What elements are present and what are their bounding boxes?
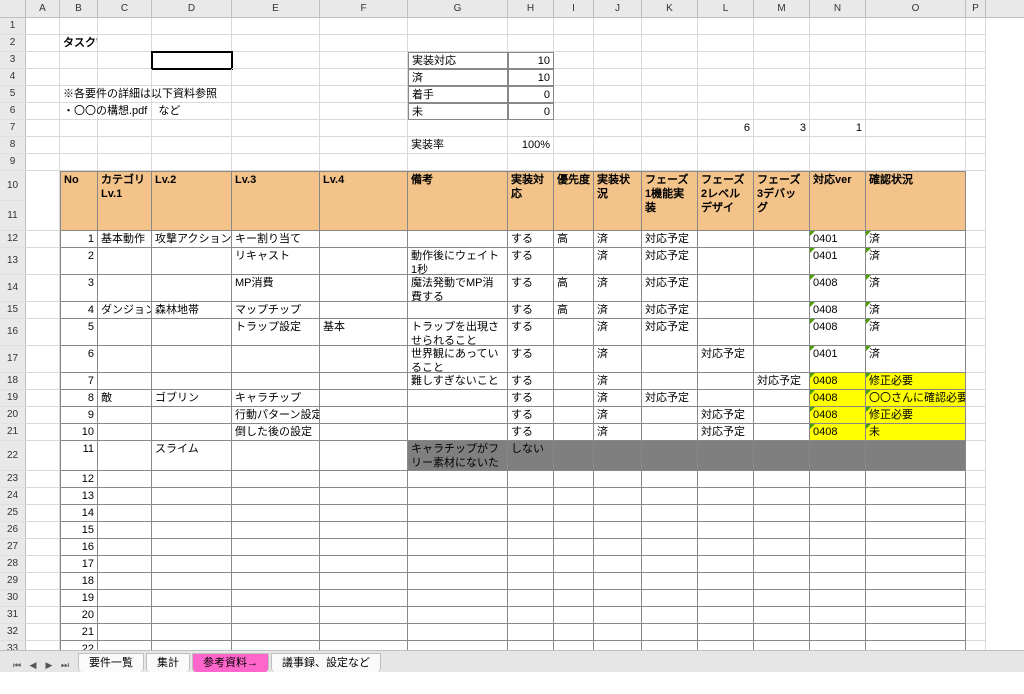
sheet-tabs: ⏮ ◀ ▶ ⏭ 要件一覧 集計 参考資料→ 議事録、設定など	[0, 650, 1024, 672]
nav-last-icon[interactable]: ⏭	[58, 658, 72, 672]
tab-nav[interactable]: ⏮ ◀ ▶ ⏭	[4, 658, 78, 672]
tab-requirements[interactable]: 要件一覧	[78, 653, 144, 672]
tab-reference[interactable]: 参考資料→	[192, 653, 269, 672]
row-headers[interactable]: 1234567891011121314151617181920212223242…	[0, 18, 26, 672]
nav-prev-icon[interactable]: ◀	[26, 658, 40, 672]
nav-next-icon[interactable]: ▶	[42, 658, 56, 672]
grid-area[interactable]: タスク管理実装対応10済10※各要件の詳細は以下資料参照着手0・〇〇の構想.pd…	[26, 18, 986, 672]
nav-first-icon[interactable]: ⏮	[10, 658, 24, 672]
active-cell[interactable]	[152, 52, 232, 69]
tab-summary[interactable]: 集計	[146, 653, 190, 672]
column-headers[interactable]: A B C D E F G H I J K L M N O P	[0, 0, 1024, 18]
tab-minutes[interactable]: 議事録、設定など	[271, 653, 381, 672]
spreadsheet: A B C D E F G H I J K L M N O P 12345678…	[0, 0, 1024, 672]
